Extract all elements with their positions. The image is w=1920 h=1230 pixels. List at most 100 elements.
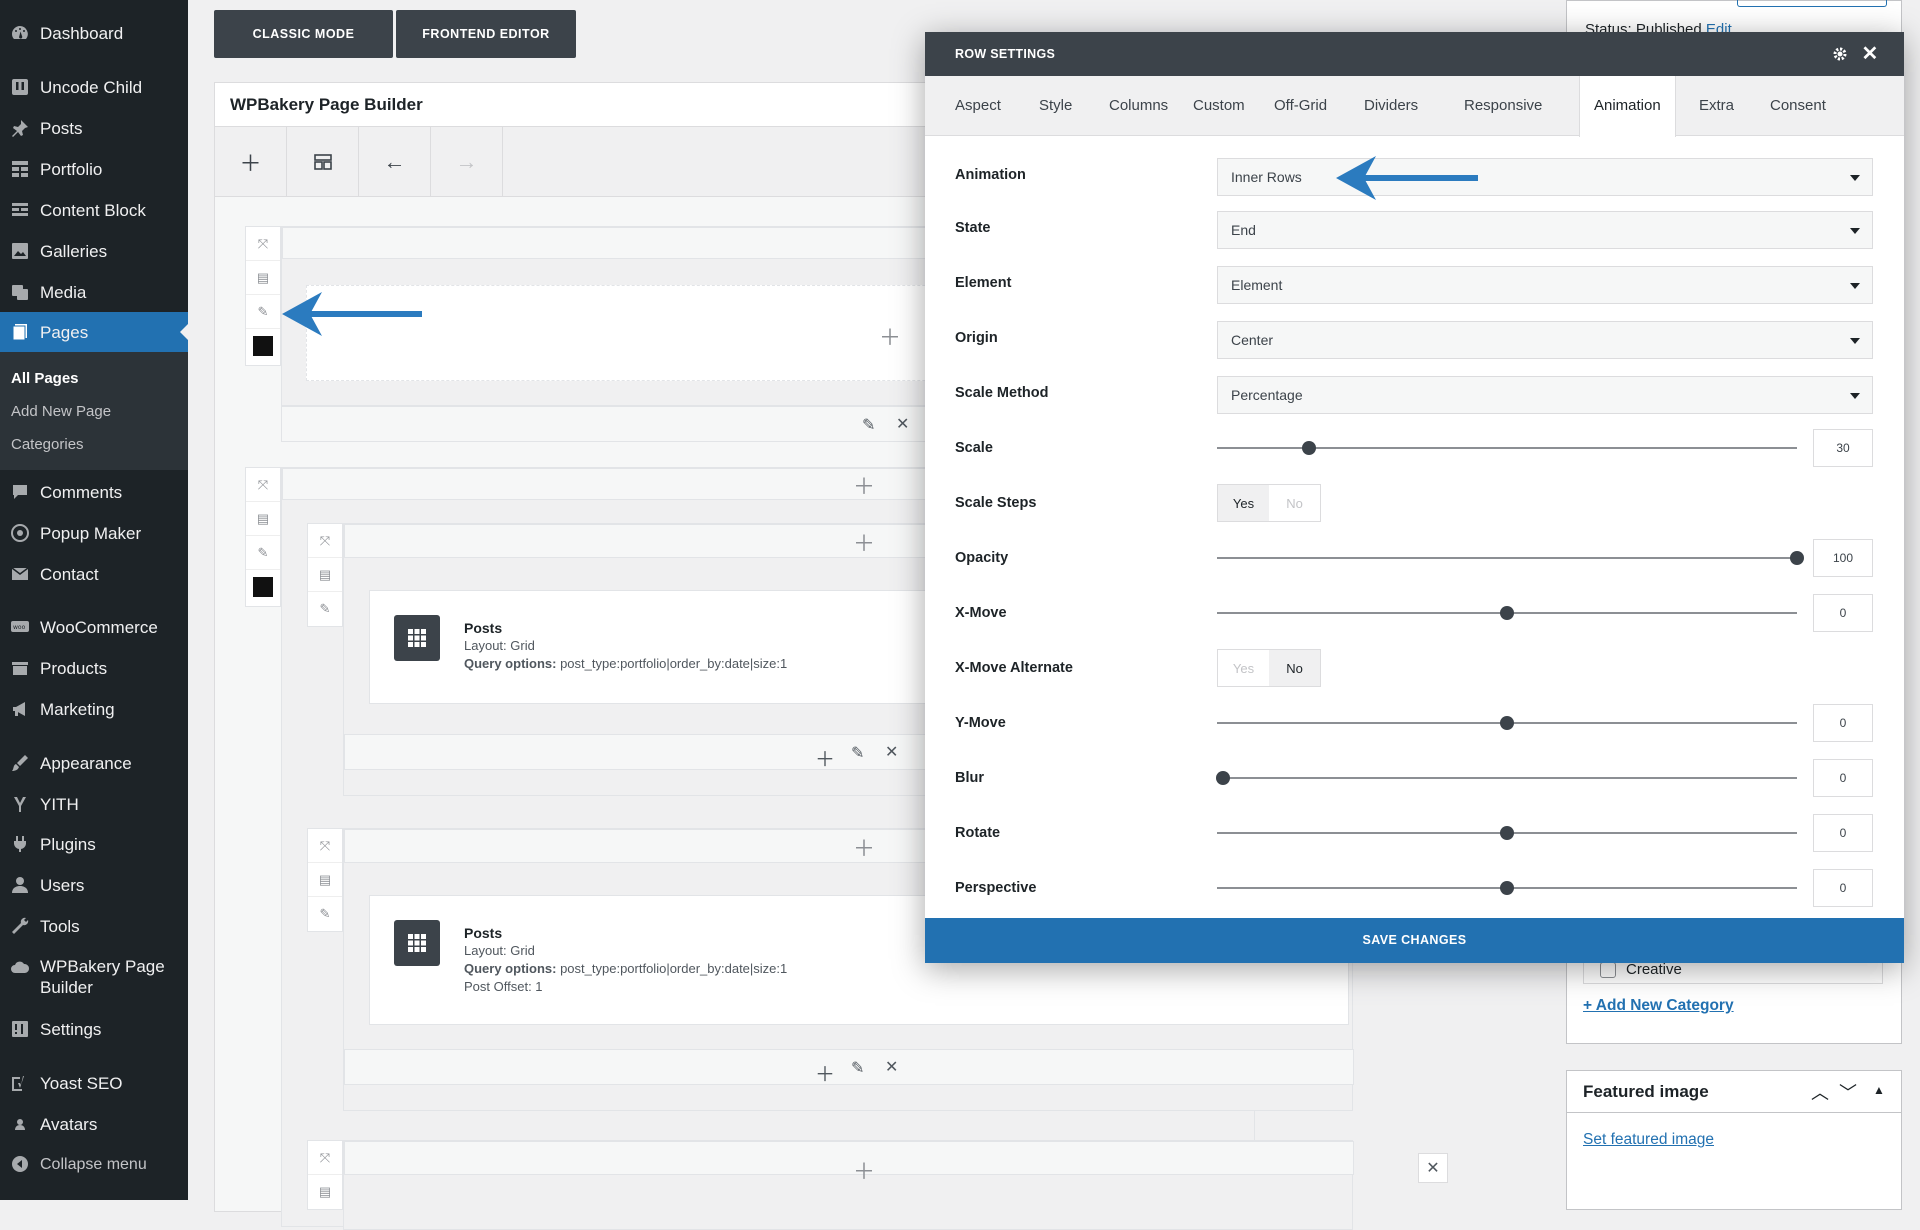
menu-popup-maker[interactable]: Popup Maker bbox=[0, 513, 188, 553]
x-move-input[interactable]: 0 bbox=[1813, 594, 1873, 632]
element-select[interactable]: Element bbox=[1217, 266, 1873, 304]
menu-content-block[interactable]: Content Block bbox=[0, 190, 188, 230]
edit-pencil-icon[interactable]: ✎ bbox=[246, 536, 280, 570]
close-icon[interactable]: ✕ bbox=[896, 414, 909, 434]
edit-pencil-icon[interactable]: ✎ bbox=[308, 592, 342, 626]
layout-icon[interactable]: ▤ bbox=[308, 1175, 342, 1209]
close-icon[interactable]: ✕ bbox=[1860, 43, 1880, 65]
toggle-no[interactable]: No bbox=[1269, 650, 1320, 686]
add-plus-icon[interactable]: ＋ bbox=[815, 1058, 835, 1087]
toggle-yes[interactable]: Yes bbox=[1218, 650, 1269, 686]
opacity-input[interactable]: 100 bbox=[1813, 539, 1873, 577]
tab-columns[interactable]: Columns bbox=[1095, 76, 1182, 136]
menu-pages[interactable]: Pages bbox=[0, 312, 188, 352]
menu-yoast-seo[interactable]: Yoast SEO bbox=[0, 1063, 188, 1103]
tab-consent[interactable]: Consent bbox=[1756, 76, 1840, 136]
opacity-slider-handle[interactable] bbox=[1790, 551, 1804, 565]
menu-yith[interactable]: YITH bbox=[0, 784, 188, 824]
edit-pencil-icon[interactable]: ✎ bbox=[246, 295, 280, 329]
gear-icon[interactable] bbox=[1830, 44, 1850, 64]
move-icon[interactable]: ⤧ bbox=[308, 524, 342, 558]
perspective-slider-handle[interactable] bbox=[1500, 881, 1514, 895]
row-color-swatch[interactable] bbox=[246, 329, 280, 363]
layout-icon[interactable]: ▤ bbox=[308, 558, 342, 592]
toggle-panel-icon[interactable]: ▲ bbox=[1873, 1083, 1885, 1097]
add-plus-icon[interactable]: ＋ bbox=[815, 743, 835, 772]
menu-users[interactable]: Users bbox=[0, 865, 188, 905]
move-up-icon[interactable]: ︿ bbox=[1811, 1079, 1829, 1105]
tab-style[interactable]: Style bbox=[1025, 76, 1086, 136]
add-element-plus-icon[interactable]: ＋ bbox=[853, 526, 875, 558]
menu-avatars[interactable]: Avatars bbox=[0, 1104, 188, 1144]
category-checkbox[interactable] bbox=[1600, 961, 1616, 978]
perspective-input[interactable]: 0 bbox=[1813, 869, 1873, 907]
add-element-button[interactable]: ＋ bbox=[215, 127, 287, 197]
menu-appearance[interactable]: Appearance bbox=[0, 743, 188, 783]
y-move-input[interactable]: 0 bbox=[1813, 704, 1873, 742]
set-featured-image-link[interactable]: Set featured image bbox=[1583, 1131, 1714, 1149]
rotate-input[interactable]: 0 bbox=[1813, 814, 1873, 852]
blur-input[interactable]: 0 bbox=[1813, 759, 1873, 797]
add-element-plus-icon[interactable]: ＋ bbox=[879, 320, 901, 352]
classic-mode-button[interactable]: CLASSIC MODE bbox=[214, 10, 393, 58]
toggle-yes[interactable]: Yes bbox=[1218, 485, 1269, 521]
collapse-menu-button[interactable]: Collapse menu bbox=[0, 1144, 188, 1184]
tab-off-grid[interactable]: Off-Grid bbox=[1260, 76, 1341, 136]
menu-woocommerce[interactable]: woo WooCommerce bbox=[0, 607, 188, 647]
blur-slider[interactable] bbox=[1217, 777, 1797, 779]
menu-comments[interactable]: Comments bbox=[0, 472, 188, 512]
menu-marketing[interactable]: Marketing bbox=[0, 689, 188, 729]
menu-wpbakery[interactable]: WPBakery Page Builder bbox=[0, 947, 188, 1007]
x-move-alternate-toggle[interactable]: Yes No bbox=[1217, 649, 1321, 687]
menu-tools[interactable]: Tools bbox=[0, 906, 188, 946]
move-icon[interactable]: ⤧ bbox=[246, 468, 280, 502]
tab-custom[interactable]: Custom bbox=[1179, 76, 1259, 136]
move-icon[interactable]: ⤧ bbox=[246, 227, 280, 261]
scale-input[interactable]: 30 bbox=[1813, 429, 1873, 467]
close-icon[interactable]: ✕ bbox=[885, 1057, 898, 1077]
save-changes-button[interactable]: SAVE CHANGES bbox=[925, 918, 1904, 963]
scale-method-select[interactable]: Percentage bbox=[1217, 376, 1873, 414]
redo-button[interactable]: → bbox=[431, 127, 503, 197]
blur-slider-handle[interactable] bbox=[1216, 771, 1230, 785]
menu-portfolio[interactable]: Portfolio bbox=[0, 149, 188, 189]
layout-icon[interactable]: ▤ bbox=[246, 502, 280, 536]
scale-slider-handle[interactable] bbox=[1302, 441, 1316, 455]
toggle-no[interactable]: No bbox=[1269, 485, 1320, 521]
edit-pencil-icon[interactable]: ✎ bbox=[851, 1058, 864, 1078]
menu-settings[interactable]: Settings bbox=[0, 1009, 188, 1049]
menu-posts[interactable]: Posts bbox=[0, 108, 188, 148]
menu-media[interactable]: Media bbox=[0, 272, 188, 312]
x-move-slider-handle[interactable] bbox=[1500, 606, 1514, 620]
tab-responsive[interactable]: Responsive bbox=[1450, 76, 1556, 136]
edit-pencil-icon[interactable]: ✎ bbox=[862, 415, 875, 435]
state-select[interactable]: End bbox=[1217, 211, 1873, 249]
edit-pencil-icon[interactable]: ✎ bbox=[851, 743, 864, 763]
move-down-icon[interactable]: ﹀ bbox=[1839, 1079, 1857, 1105]
add-element-plus-icon[interactable]: ＋ bbox=[853, 1154, 875, 1186]
submenu-add-new-page[interactable]: Add New Page bbox=[11, 403, 111, 420]
frontend-editor-button[interactable]: FRONTEND EDITOR bbox=[396, 10, 576, 58]
menu-dashboard[interactable]: Dashboard bbox=[0, 13, 188, 53]
submenu-categories[interactable]: Categories bbox=[11, 436, 84, 453]
row-color-swatch[interactable] bbox=[246, 570, 280, 604]
add-new-category-link[interactable]: + Add New Category bbox=[1583, 997, 1734, 1015]
scale-steps-toggle[interactable]: Yes No bbox=[1217, 484, 1321, 522]
tab-aspect[interactable]: Aspect bbox=[941, 76, 1015, 136]
move-icon[interactable]: ⤧ bbox=[308, 829, 342, 863]
opacity-slider[interactable] bbox=[1217, 557, 1797, 559]
tab-animation[interactable]: Animation bbox=[1579, 76, 1676, 137]
templates-button[interactable] bbox=[287, 127, 359, 197]
add-element-plus-icon[interactable]: ＋ bbox=[853, 831, 875, 863]
menu-plugins[interactable]: Plugins bbox=[0, 824, 188, 864]
menu-products[interactable]: Products bbox=[0, 648, 188, 688]
close-icon[interactable]: ✕ bbox=[885, 742, 898, 762]
menu-contact[interactable]: Contact bbox=[0, 554, 188, 594]
rotate-slider-handle[interactable] bbox=[1500, 826, 1514, 840]
menu-uncode-child[interactable]: Uncode Child bbox=[0, 67, 188, 107]
y-move-slider-handle[interactable] bbox=[1500, 716, 1514, 730]
layout-icon[interactable]: ▤ bbox=[308, 863, 342, 897]
close-icon[interactable]: ✕ bbox=[1418, 1153, 1448, 1183]
move-icon[interactable]: ⤧ bbox=[308, 1141, 342, 1175]
animation-select[interactable]: Inner Rows bbox=[1217, 158, 1873, 196]
